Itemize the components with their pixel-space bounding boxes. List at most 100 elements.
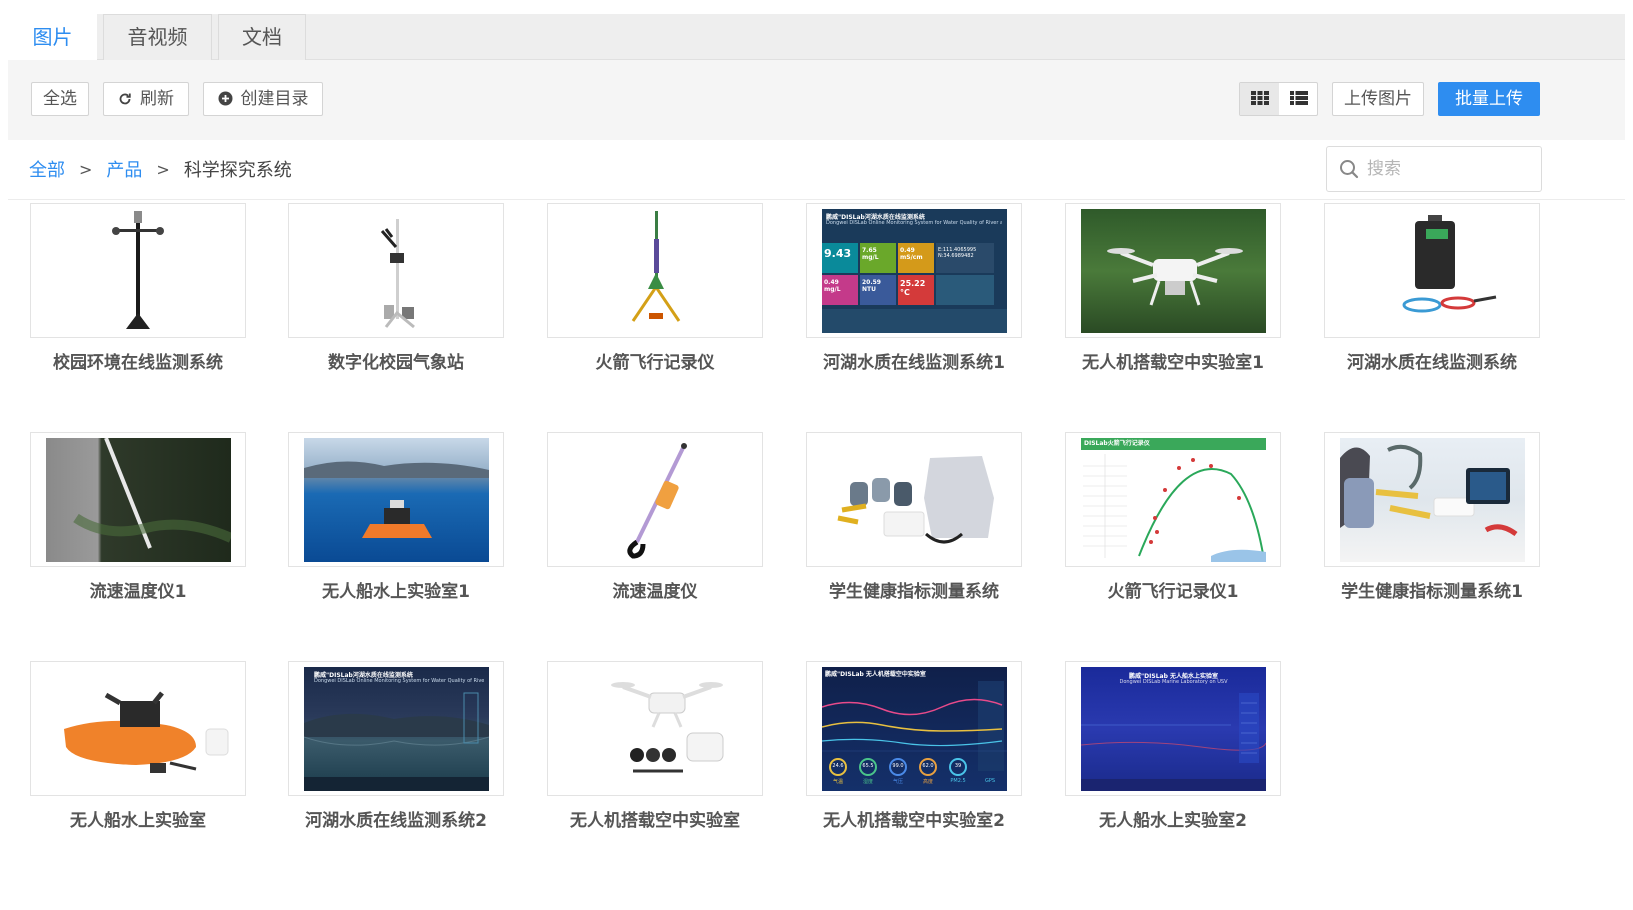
upload-image-button[interactable]: 上传图片 <box>1332 82 1424 116</box>
image-thumbnail <box>1065 203 1281 338</box>
image-thumbnail: 鹏威"DISLab 无人机搭载空中实验室 24.6 65.5 99.0 62.0… <box>806 661 1022 796</box>
gauge-value: 62.0 <box>922 763 934 769</box>
usv-dashboard: 鹏威"DISLab 无人船水上实验室 Dongwei DISLab Marine… <box>1081 667 1266 791</box>
image-card[interactable]: 校园环境在线监测系统 <box>30 203 246 403</box>
gauge-value: 24.6 <box>832 763 844 769</box>
select-all-button[interactable]: 全选 <box>31 82 89 116</box>
image-card[interactable]: 火箭飞行记录仪 <box>547 203 763 403</box>
batch-upload-button[interactable]: 批量上传 <box>1438 82 1540 116</box>
grid-view-button[interactable] <box>1240 83 1279 115</box>
image-card[interactable]: 无人机搭载空中实验室 <box>547 661 763 861</box>
create-directory-button[interactable]: 创建目录 <box>203 82 323 116</box>
dashboard-tile: 0.49 mS/cm <box>898 243 934 273</box>
breadcrumb-item-products[interactable]: 产品 <box>106 156 142 182</box>
image-thumbnail <box>288 203 504 338</box>
image-thumbnail <box>547 432 763 567</box>
lake-boat-photo <box>304 438 489 562</box>
image-card[interactable]: 鹏威"DISLab河湖水质在线监测系统 Dongwei DISLab Onlin… <box>806 203 1022 403</box>
image-name: 河湖水质在线监测系统2 <box>305 811 487 831</box>
list-view-button[interactable] <box>1279 83 1318 115</box>
image-name: 校园环境在线监测系统 <box>53 353 223 373</box>
rocket-flight-chart: DISLab火箭飞行记录仪 <box>1081 438 1266 562</box>
image-card[interactable]: 流速温度仪 <box>547 432 763 632</box>
dashboard-tile: 20.59 NTU <box>860 275 896 305</box>
image-card[interactable]: 无人机搭载空中实验室1 <box>1065 203 1281 403</box>
create-directory-label: 创建目录 <box>240 89 309 109</box>
water-quality-dashboard: 鹏威"DISLab河湖水质在线监测系统 Dongwei DISLab Onlin… <box>822 209 1007 333</box>
image-thumbnail: 鹏威"DISLab河湖水质在线监测系统 Dongwei DISLab Onlin… <box>288 661 504 796</box>
image-name: 河湖水质在线监测系统 <box>1347 353 1517 373</box>
list-view-icon <box>1289 90 1308 109</box>
suitcase-photo <box>1340 209 1525 333</box>
image-thumbnail: 鹏威"DISLab 无人船水上实验室 Dongwei DISLab Marine… <box>1065 661 1281 796</box>
tab-audio-video[interactable]: 音视频 <box>103 14 212 60</box>
image-card[interactable]: 鹏威"DISLab河湖水质在线监测系统 Dongwei DISLab Onlin… <box>288 661 504 861</box>
media-type-tabs: 图片 音视频 文档 <box>8 14 1625 61</box>
image-card[interactable]: 学生健康指标测量系统 <box>806 432 1022 632</box>
gauge-label: 气温 <box>832 779 843 785</box>
search-box <box>1326 146 1542 192</box>
dashboard-tile: 25.22 °C <box>898 275 934 305</box>
refresh-label: 刷新 <box>140 89 174 109</box>
image-name: 火箭飞行记录仪 <box>595 353 715 373</box>
breadcrumb-separator: > <box>156 159 170 179</box>
usv-kit-photo <box>46 667 231 791</box>
batch-upload-label: 批量上传 <box>1455 89 1523 109</box>
river-measurement-photo <box>46 438 231 562</box>
image-card[interactable]: 学生健康指标测量系统1 <box>1324 432 1540 632</box>
image-card[interactable]: 流速温度仪1 <box>30 432 246 632</box>
image-name: 流速温度仪1 <box>89 582 187 602</box>
refresh-button[interactable]: 刷新 <box>103 82 189 116</box>
plus-circle-icon <box>218 83 233 117</box>
breadcrumb-separator: > <box>79 159 93 179</box>
health-measurement-photo <box>1340 438 1525 562</box>
breadcrumb-item-all[interactable]: 全部 <box>29 156 65 182</box>
dashboard-tile: 0.49 mg/L <box>822 275 858 305</box>
image-thumbnail <box>288 432 504 567</box>
image-card[interactable]: 鹏威"DISLab 无人船水上实验室 Dongwei DISLab Marine… <box>1065 661 1281 861</box>
image-thumbnail <box>547 203 763 338</box>
image-card[interactable]: DISLab火箭飞行记录仪 火箭飞行记录仪1 <box>1065 432 1281 632</box>
gauge-label: GPS <box>984 778 996 784</box>
upload-image-label: 上传图片 <box>1344 89 1412 109</box>
image-thumbnail <box>1324 203 1540 338</box>
dashboard-tile: E:111.4065995 N:34.6989482 <box>936 243 994 273</box>
image-name: 学生健康指标测量系统1 <box>1341 582 1523 602</box>
flow-probe-photo <box>563 438 748 562</box>
image-card[interactable]: 无人船水上实验室 <box>30 661 246 861</box>
dashboard-subtitle: Dongwei DISLab Online Monitoring System … <box>826 220 1002 226</box>
refresh-icon <box>118 83 132 117</box>
image-card[interactable]: 无人船水上实验室1 <box>288 432 504 632</box>
image-thumbnail: 鹏威"DISLab河湖水质在线监测系统 Dongwei DISLab Onlin… <box>806 203 1022 338</box>
tab-images[interactable]: 图片 <box>8 14 97 61</box>
image-name: 无人机搭载空中实验室 <box>570 811 740 831</box>
dashboard-tile: 7.65 mg/L <box>860 243 896 273</box>
image-card[interactable]: 鹏威"DISLab 无人机搭载空中实验室 24.6 65.5 99.0 62.0… <box>806 661 1022 861</box>
image-name: 流速温度仪 <box>612 582 698 602</box>
search-input[interactable] <box>1367 157 1535 181</box>
breadcrumb-current: 科学探究系统 <box>183 160 292 181</box>
rocket-photo <box>563 209 748 333</box>
image-name: 无人船水上实验室1 <box>322 582 470 602</box>
image-name: 火箭飞行记录仪1 <box>1107 582 1239 602</box>
dashboard-coord: N:34.6989482 <box>938 253 974 259</box>
drone-forest-photo <box>1081 209 1266 333</box>
image-card[interactable]: 数字化校园气象站 <box>288 203 504 403</box>
image-thumbnail <box>30 203 246 338</box>
dashboard-tile: 9.43 <box>822 243 858 273</box>
tab-documents[interactable]: 文档 <box>218 14 306 60</box>
gauge-value: 99.0 <box>892 763 904 769</box>
drone-kit-photo <box>563 667 748 791</box>
view-mode-toggle <box>1239 82 1318 116</box>
gauge-value: 65.5 <box>862 763 874 769</box>
dashboard-footer <box>822 309 1007 333</box>
search-icon <box>1339 159 1359 183</box>
image-thumbnail: DISLab火箭飞行记录仪 <box>1065 432 1281 567</box>
image-name: 数字化校园气象站 <box>328 353 464 373</box>
media-library: 图片 音视频 文档 全选 刷新 创建目录 上传图片 批量上传 全部 > 产品 >… <box>8 0 1625 910</box>
image-card[interactable]: 河湖水质在线监测系统 <box>1324 203 1540 403</box>
image-thumbnail <box>30 661 246 796</box>
image-name: 河湖水质在线监测系统1 <box>823 353 1005 373</box>
pole-photo <box>46 209 231 333</box>
breadcrumb: 全部 > 产品 > 科学探究系统 <box>29 156 292 182</box>
